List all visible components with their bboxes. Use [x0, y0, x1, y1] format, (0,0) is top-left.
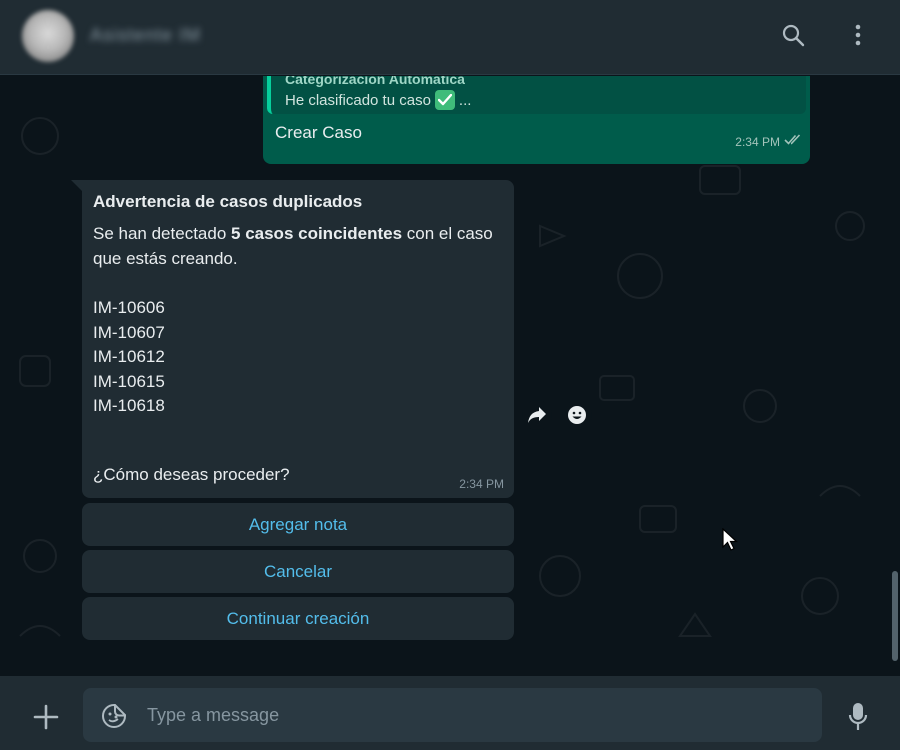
quote-text: He clasificado tu caso	[285, 91, 431, 109]
sticker-icon[interactable]	[101, 703, 127, 729]
outgoing-message[interactable]: Categorización Automática He clasificado…	[263, 76, 810, 164]
case-id: IM-10606	[93, 298, 165, 317]
reply-button-cancel[interactable]: Cancelar	[82, 550, 514, 593]
incoming-message[interactable]: Advertencia de casos duplicados Se han d…	[82, 180, 514, 498]
quoted-message[interactable]: Categorización Automática He clasificado…	[267, 76, 806, 114]
message-input[interactable]	[147, 688, 807, 742]
check-mark-emoji-icon	[434, 90, 455, 110]
contact-name[interactable]: Asistente IM	[90, 25, 201, 46]
chat-scrollbar[interactable]	[892, 571, 898, 661]
reply-button-add-note[interactable]: Agregar nota	[82, 503, 514, 546]
chat-area[interactable]: Categorización Automática He clasificado…	[0, 76, 900, 676]
case-id: IM-10612	[93, 347, 165, 366]
case-id: IM-10618	[93, 396, 165, 415]
quote-text-row: He clasificado tu caso ...	[285, 90, 471, 110]
message-title: Advertencia de casos duplicados	[93, 192, 363, 211]
double-check-icon	[784, 134, 802, 149]
mouse-pointer-icon	[722, 527, 739, 557]
body-bold: 5 casos coincidentes	[231, 224, 403, 243]
emoji-icon[interactable]	[562, 400, 592, 430]
body-prefix: Se han detectado	[93, 224, 232, 243]
case-id: IM-10607	[93, 322, 165, 342]
chat-header[interactable]: Asistente IM	[0, 0, 900, 75]
reply-button-continue[interactable]: Continuar creación	[82, 597, 514, 640]
attach-plus-icon[interactable]	[30, 701, 62, 733]
search-icon[interactable]	[778, 20, 808, 50]
quote-ellipsis: ...	[458, 91, 472, 109]
outgoing-time: 2:34 PM	[735, 134, 780, 149]
contact-avatar[interactable]	[22, 10, 74, 62]
message-body: Se han detectado 5 casos coincidentes co…	[93, 222, 493, 271]
case-id: IM-10615	[93, 371, 165, 391]
message-question: ¿Cómo deseas proceder?	[93, 465, 290, 484]
forward-icon[interactable]	[522, 400, 552, 430]
microphone-icon[interactable]	[843, 700, 873, 734]
quote-title: Categorización Automática	[285, 76, 465, 87]
message-input-box[interactable]	[83, 688, 822, 742]
incoming-time: 2:34 PM	[459, 477, 504, 491]
outgoing-text: Crear Caso	[275, 123, 362, 142]
outgoing-meta: 2:34 PM	[735, 134, 802, 149]
case-list: IM-10606 IM-10607 IM-10612 IM-10615 IM-1…	[93, 296, 165, 419]
more-vertical-icon[interactable]	[843, 20, 873, 50]
composer-bar	[0, 676, 900, 750]
